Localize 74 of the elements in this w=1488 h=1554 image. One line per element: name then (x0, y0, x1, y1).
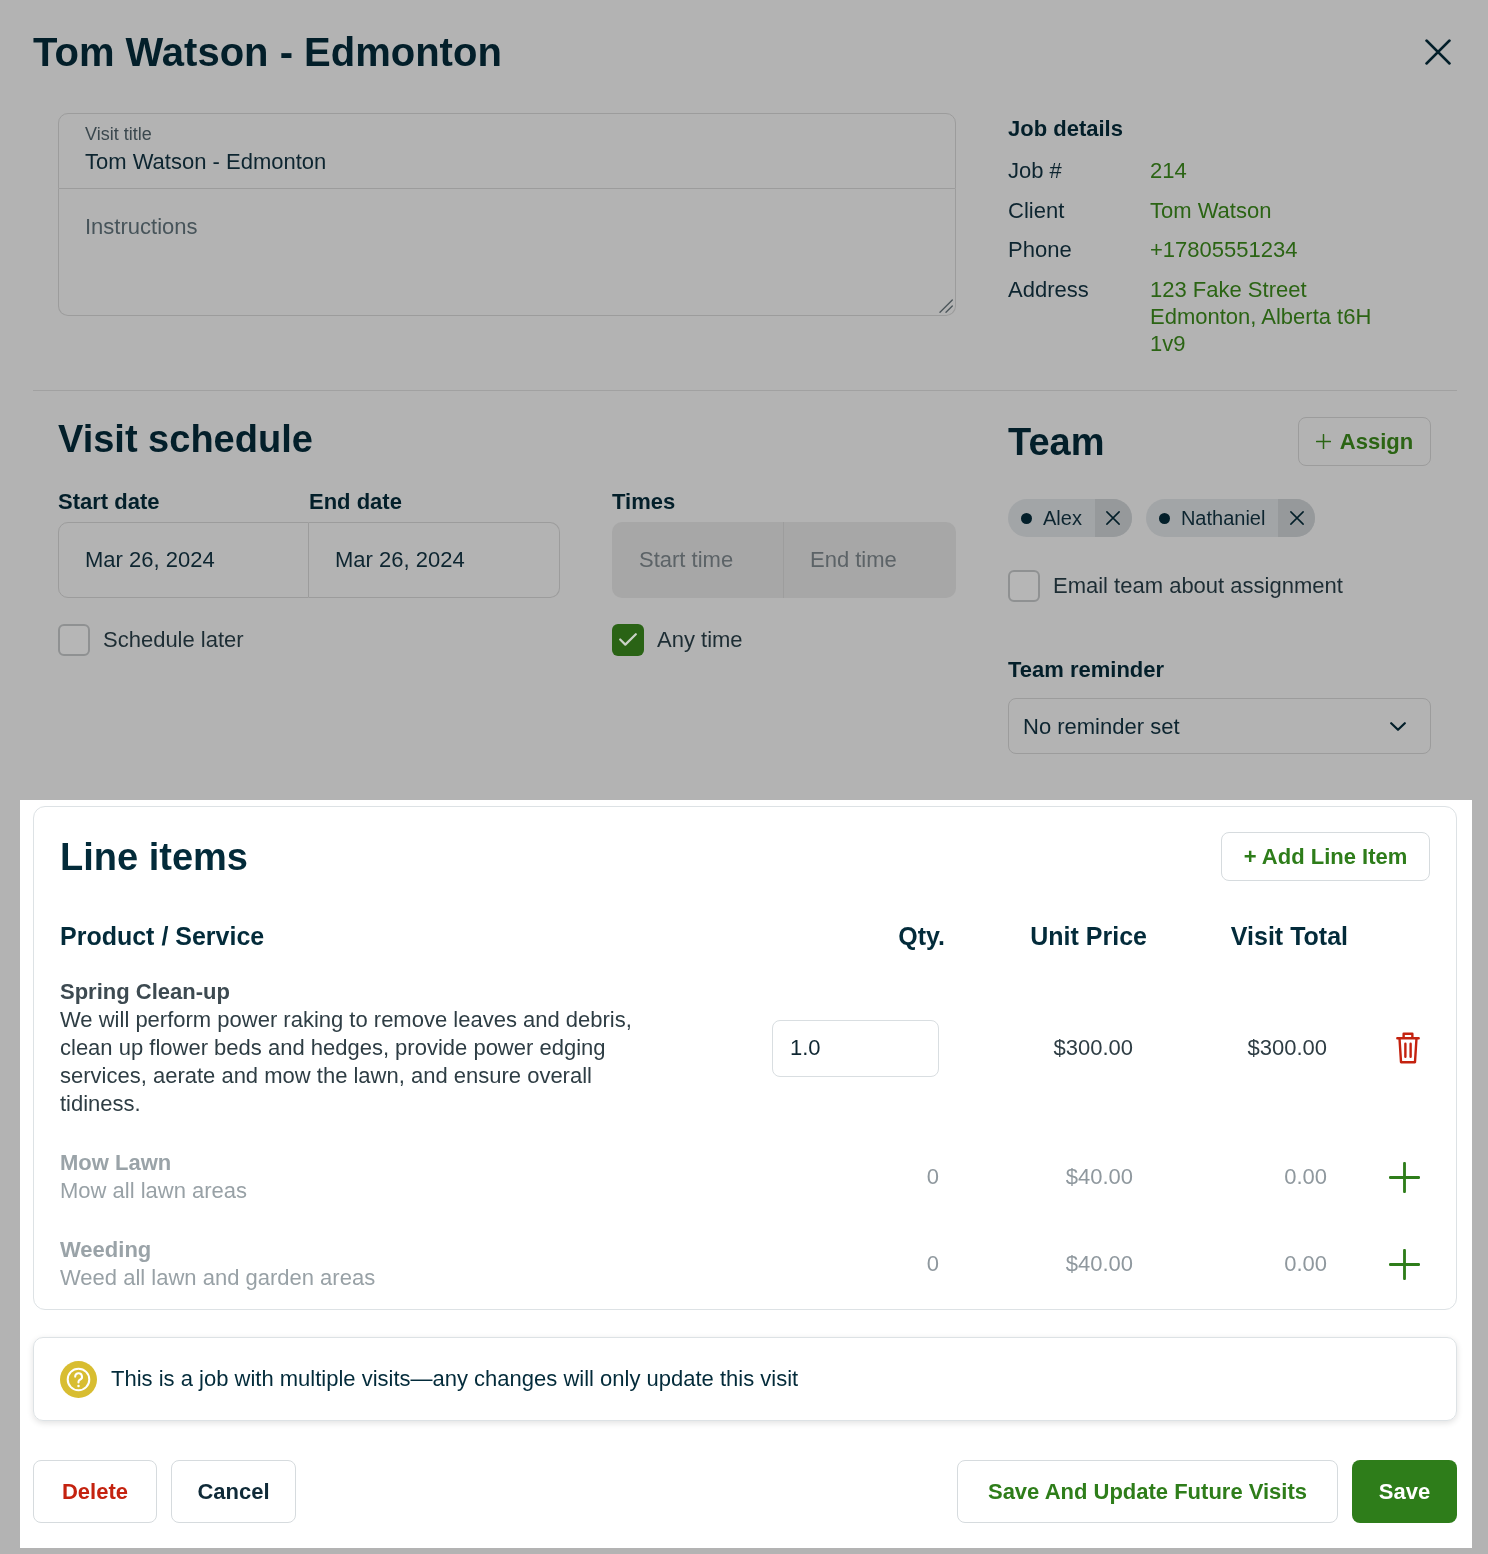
column-header: Visit Total (1230, 921, 1348, 951)
item-description: Weed all lawn and garden areas (60, 1264, 376, 1292)
instructions-field[interactable]: Instructions (58, 189, 956, 316)
member-name: Alex (1043, 506, 1082, 530)
save-button[interactable]: Save (1352, 1460, 1457, 1523)
detail-value: 214 (1150, 157, 1187, 184)
checkbox-label: Email team about assignment (1053, 572, 1343, 600)
detail-label: Client (1008, 196, 1065, 224)
section-heading: Visit schedule (58, 417, 313, 462)
chevron-down-icon (1390, 721, 1406, 731)
quantity-field[interactable]: 1.0 (772, 1019, 939, 1077)
plus-icon (1315, 434, 1331, 449)
field-label: Team reminder (1008, 655, 1165, 683)
dialog-title: Tom Watson - Edmonton (33, 29, 502, 76)
add-button[interactable] (1389, 1161, 1420, 1193)
close-icon (1289, 511, 1304, 525)
resize-grip-icon (939, 299, 953, 313)
item-name: Spring Clean-up (60, 978, 230, 1006)
checkbox[interactable] (612, 623, 644, 656)
field-label: End date (309, 488, 402, 515)
close-icon (1106, 511, 1121, 525)
unit-price: $300.00 (1053, 1034, 1133, 1062)
column-header: Unit Price (1030, 921, 1147, 951)
reminder-select[interactable]: No reminder set (1008, 698, 1431, 754)
start-date-field[interactable]: Mar 26, 2024 (58, 521, 309, 598)
save-and-update-button[interactable]: Save And Update Future Visits (957, 1460, 1338, 1523)
checkbox[interactable] (1008, 570, 1040, 602)
item-name: Weeding (60, 1236, 152, 1264)
detail-value: 123 Fake Street Edmonton, Alberta t6H 1v9 (1150, 275, 1372, 357)
cancel-button[interactable]: Cancel (171, 1460, 296, 1523)
plus-icon (1389, 1248, 1420, 1280)
unit-price: $40.00 (1065, 1163, 1133, 1191)
remove-button[interactable] (1094, 499, 1132, 537)
end-date-field[interactable]: Mar 26, 2024 (309, 521, 560, 598)
quantity: 0 (926, 1250, 939, 1278)
quantity: 0 (926, 1163, 939, 1191)
item-description: We will perform power raking to remove leaves and debris, clean up flower beds and hedges, provide power edging services, aerate and mow the lawn, and ensure overall tidiness. (60, 1006, 633, 1118)
visit-total: 0.00 (1284, 1163, 1327, 1191)
field-label: Start date (58, 488, 160, 515)
checkbox[interactable] (58, 623, 90, 656)
detail-value: +17805551234 (1150, 236, 1298, 263)
dot-icon (1021, 512, 1032, 524)
section-heading: Line items (60, 834, 248, 880)
dot-icon (1158, 512, 1170, 524)
plus-icon (1389, 1161, 1420, 1193)
member-name: Nathaniel (1180, 506, 1266, 530)
delete-button[interactable] (1396, 1032, 1420, 1064)
checkbox-label: Any time (657, 625, 743, 654)
visit-total: $300.00 (1247, 1034, 1327, 1062)
section-heading: Job details (1008, 115, 1123, 142)
section-heading: Team (1008, 419, 1105, 465)
help-icon (60, 1360, 97, 1398)
add-line-item-button[interactable]: + Add Line Item (1221, 832, 1430, 881)
item-name: Mow Lawn (60, 1149, 172, 1177)
visit-total: 0.00 (1284, 1250, 1327, 1278)
detail-label: Phone (1008, 236, 1072, 263)
detail-label: Address (1008, 275, 1089, 304)
trash-icon (1396, 1032, 1420, 1064)
add-button[interactable] (1389, 1248, 1420, 1280)
detail-value: Tom Watson (1150, 196, 1272, 224)
close-button[interactable] (1425, 39, 1451, 65)
field-label: Times (612, 488, 676, 515)
delete-button[interactable]: Delete (33, 1460, 157, 1523)
checkbox-label: Schedule later (103, 625, 244, 654)
detail-label: Job # (1008, 157, 1062, 184)
unit-price: $40.00 (1065, 1250, 1133, 1278)
column-header: Qty. (898, 921, 945, 951)
column-header: Product / Service (60, 921, 265, 951)
field-label: Visit title (85, 123, 152, 145)
check-icon (619, 633, 637, 646)
item-description: Mow all lawn areas (60, 1177, 248, 1205)
remove-button[interactable] (1278, 499, 1316, 537)
close-icon (1425, 39, 1451, 65)
notice-text: This is a job with multiple visits—any changes will only update this visit (111, 1365, 799, 1393)
